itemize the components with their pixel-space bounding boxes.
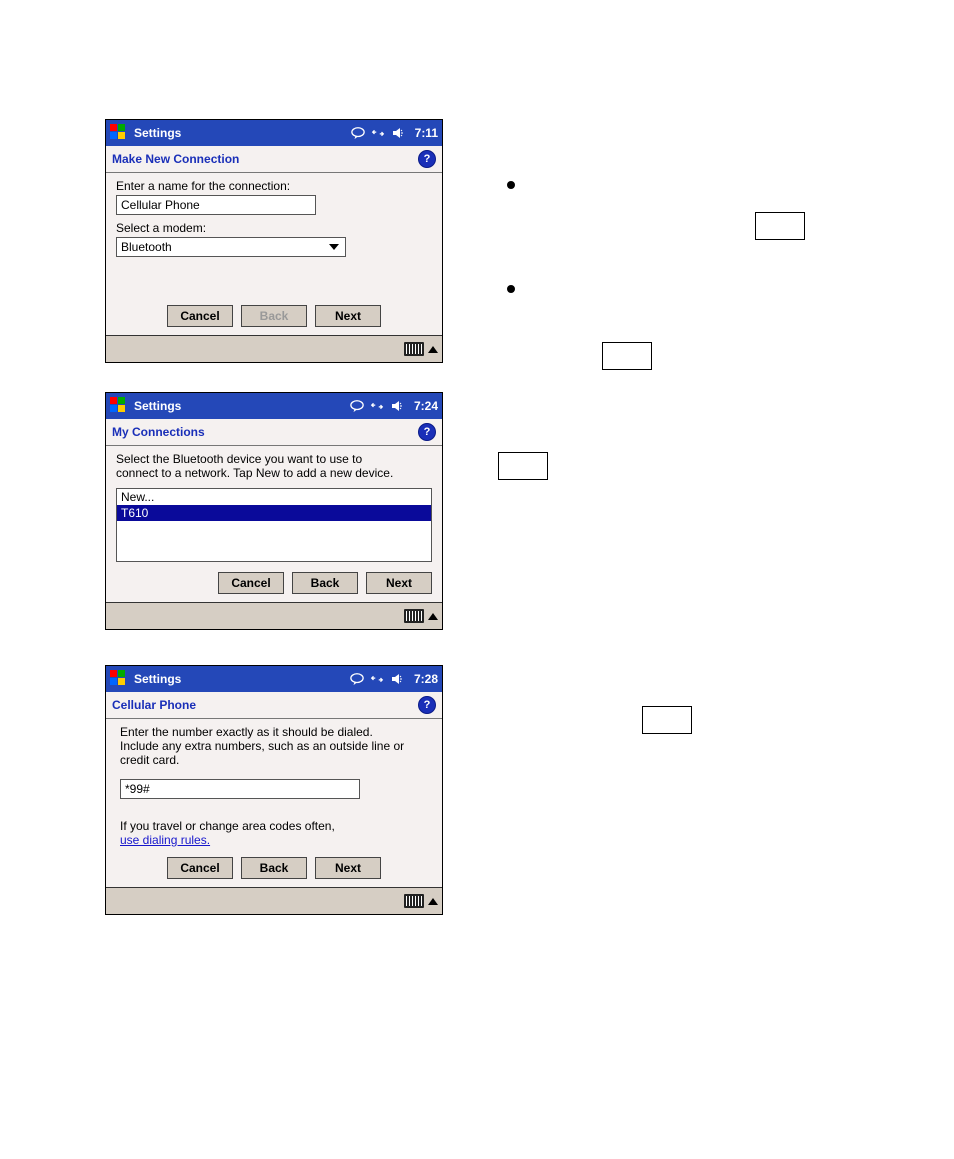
keyboard-icon[interactable] xyxy=(404,894,424,908)
chevron-down-icon xyxy=(329,244,339,250)
up-arrow-icon[interactable] xyxy=(428,898,438,905)
status-icons: 7:24 xyxy=(350,399,438,413)
start-icon[interactable] xyxy=(110,397,128,415)
name-label: Enter a name for the connection: xyxy=(116,179,432,193)
subtitle-text: Cellular Phone xyxy=(112,698,418,712)
clock[interactable]: 7:28 xyxy=(414,672,438,686)
clock[interactable]: 7:11 xyxy=(415,126,438,140)
subtitle-bar: My Connections ? xyxy=(106,419,442,446)
help-icon[interactable]: ? xyxy=(418,150,436,168)
list-item-selected[interactable]: T610 xyxy=(117,505,431,521)
status-icons: 7:11 xyxy=(351,126,438,140)
connection-name-input[interactable]: Cellular Phone xyxy=(116,195,316,215)
start-icon[interactable] xyxy=(110,670,128,688)
bottom-bar xyxy=(106,335,442,362)
cancel-button[interactable]: Cancel xyxy=(167,305,233,327)
next-button[interactable]: Next xyxy=(366,572,432,594)
titlebar: Settings 7:11 xyxy=(106,120,442,146)
up-arrow-icon[interactable] xyxy=(428,613,438,620)
speaker-icon[interactable] xyxy=(391,126,405,140)
keyboard-icon[interactable] xyxy=(404,342,424,356)
up-arrow-icon[interactable] xyxy=(428,346,438,353)
titlebar: Settings 7:28 xyxy=(106,666,442,692)
list-item-new[interactable]: New... xyxy=(117,489,431,505)
modem-label: Select a modem: xyxy=(116,221,432,235)
doc-box xyxy=(498,452,548,480)
doc-box xyxy=(755,212,805,240)
bullet-icon xyxy=(507,181,515,189)
back-button: Back xyxy=(241,305,307,327)
status-icons: 7:28 xyxy=(350,672,438,686)
next-button[interactable]: Next xyxy=(315,857,381,879)
help-icon[interactable]: ? xyxy=(418,423,436,441)
subtitle-text: My Connections xyxy=(112,425,418,439)
help-icon[interactable]: ? xyxy=(418,696,436,714)
cancel-button[interactable]: Cancel xyxy=(218,572,284,594)
instructions-text: Select the Bluetooth device you want to … xyxy=(116,452,396,480)
titlebar: Settings 7:24 xyxy=(106,393,442,419)
bullet-icon xyxy=(507,285,515,293)
speaker-icon[interactable] xyxy=(390,399,404,413)
dialing-rules-link[interactable]: use dialing rules. xyxy=(120,833,210,847)
title-text: Settings xyxy=(134,399,181,413)
chat-icon[interactable] xyxy=(350,672,364,686)
screenshot-make-new-connection: Settings 7:11 Make New Connection ? Ente… xyxy=(105,119,443,363)
title-text: Settings xyxy=(134,672,181,686)
doc-box xyxy=(602,342,652,370)
modem-dropdown[interactable]: Bluetooth xyxy=(116,237,346,257)
back-button[interactable]: Back xyxy=(292,572,358,594)
title-text: Settings xyxy=(134,126,181,140)
keyboard-icon[interactable] xyxy=(404,609,424,623)
connectivity-icon[interactable] xyxy=(370,672,384,686)
next-button[interactable]: Next xyxy=(315,305,381,327)
cancel-button[interactable]: Cancel xyxy=(167,857,233,879)
bottom-bar xyxy=(106,887,442,914)
clock[interactable]: 7:24 xyxy=(414,399,438,413)
device-listbox[interactable]: New... T610 xyxy=(116,488,432,562)
chat-icon[interactable] xyxy=(350,399,364,413)
connectivity-icon[interactable] xyxy=(371,126,385,140)
chat-icon[interactable] xyxy=(351,126,365,140)
screenshot-my-connections: Settings 7:24 My Connections ? Select th… xyxy=(105,392,443,630)
bottom-bar xyxy=(106,602,442,629)
dial-number-input[interactable]: *99# xyxy=(120,779,360,799)
back-button[interactable]: Back xyxy=(241,857,307,879)
travel-text: If you travel or change area codes often… xyxy=(120,819,335,833)
doc-box xyxy=(642,706,692,734)
screenshot-cellular-phone: Settings 7:28 Cellular Phone ? Enter the… xyxy=(105,665,443,915)
subtitle-bar: Cellular Phone ? xyxy=(106,692,442,719)
subtitle-bar: Make New Connection ? xyxy=(106,146,442,173)
connectivity-icon[interactable] xyxy=(370,399,384,413)
speaker-icon[interactable] xyxy=(390,672,404,686)
instructions-text: Enter the number exactly as it should be… xyxy=(116,725,414,767)
subtitle-text: Make New Connection xyxy=(112,152,418,166)
start-icon[interactable] xyxy=(110,124,128,142)
